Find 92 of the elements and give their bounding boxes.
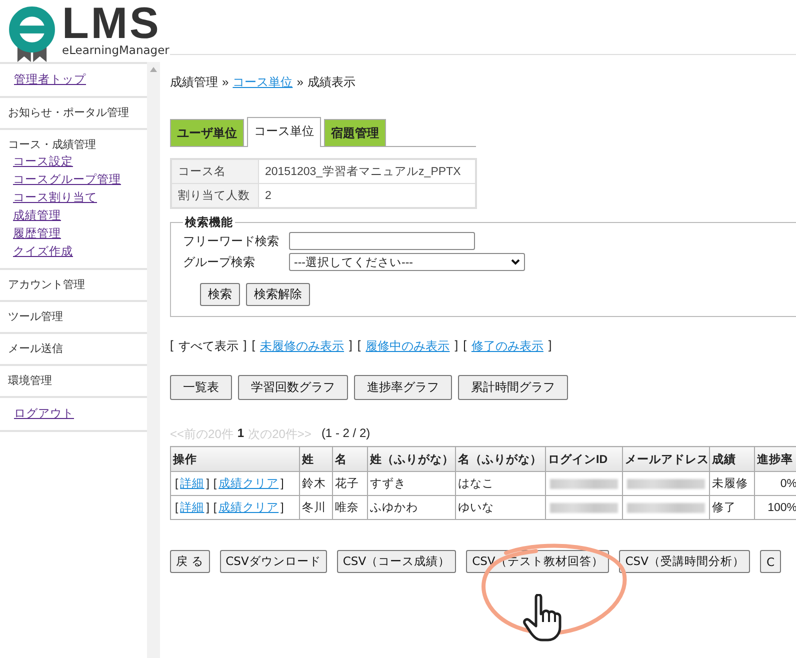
- bracket-text: [: [170, 338, 174, 354]
- table-cell: 修了: [710, 496, 754, 520]
- action-link[interactable]: 詳細: [180, 502, 204, 514]
- view-button[interactable]: 一覧表: [170, 375, 232, 400]
- filter-text: すべて表示: [178, 338, 238, 355]
- logo-title: LMS: [62, 4, 161, 44]
- column-header: 操作: [170, 446, 300, 472]
- action-link[interactable]: 成績クリア: [218, 478, 279, 490]
- bracket-text: ]: [206, 478, 210, 490]
- redacted-text: [550, 502, 618, 512]
- breadcrumb-text: 成績管理: [170, 74, 218, 90]
- redacted-text: [550, 478, 618, 488]
- bracket-text: [: [213, 502, 217, 514]
- table-cell: ふゆかわ: [368, 496, 456, 520]
- sidebar-link[interactable]: ログアウト: [14, 405, 74, 423]
- sidebar-heading: ツール管理: [8, 310, 63, 325]
- column-header: 姓（ふりがな）: [368, 446, 456, 472]
- bracket-text: [: [463, 338, 466, 354]
- panel-title: 検索機能: [184, 215, 234, 230]
- filter-link[interactable]: 修了のみ表示: [471, 338, 544, 355]
- table-cell: 鈴木: [300, 472, 332, 496]
- breadcrumb-text: 成績表示: [307, 74, 356, 90]
- sidebar-link[interactable]: 成績管理: [13, 207, 61, 225]
- action-button[interactable]: 戻 る: [170, 550, 210, 573]
- sidebar-heading: アカウント管理: [8, 278, 85, 293]
- field-label: フリーワード検索: [183, 232, 280, 250]
- tab[interactable]: コース単位: [247, 117, 321, 147]
- bracket-text: ]: [454, 338, 458, 354]
- hand-cursor-icon: [522, 594, 564, 642]
- breadcrumb-link[interactable]: コース単位: [232, 74, 293, 90]
- bracket-text: ]: [280, 502, 284, 514]
- column-header: 名（ふりがな）: [456, 446, 546, 472]
- group-dropdown[interactable]: ---選択してください---: [289, 253, 525, 271]
- scroll-up-icon[interactable]: [150, 67, 157, 72]
- sidebar-heading: 環境管理: [8, 374, 52, 389]
- breadcrumb-text: »: [222, 75, 229, 89]
- search-field[interactable]: [289, 232, 475, 250]
- table-cell: 唯奈: [332, 496, 368, 520]
- bracket-text: [: [357, 338, 361, 354]
- action-button[interactable]: C: [760, 550, 780, 573]
- column-header: 名: [332, 446, 368, 472]
- sidebar-heading: お知らせ・ポータル管理: [8, 106, 129, 121]
- sidebar-heading: メール送信: [8, 342, 63, 357]
- action-button[interactable]: CSV（コース成績）: [336, 550, 456, 573]
- table-cell: 冬川: [300, 496, 332, 520]
- view-button[interactable]: 累計時間グラフ: [458, 375, 568, 400]
- bracket-text: ]: [243, 338, 247, 354]
- sidebar-heading: コース・成績管理: [8, 138, 96, 153]
- field-label: 割り当て人数: [171, 184, 258, 208]
- table-cell: 花子: [332, 472, 368, 496]
- page-number: 1: [237, 426, 244, 442]
- filter-link[interactable]: 履修中のみ表示: [366, 338, 450, 355]
- table-cell: ゆいな: [456, 496, 546, 520]
- view-button[interactable]: 学習回数グラフ: [238, 375, 348, 400]
- sidebar-link[interactable]: コースグループ管理: [13, 171, 121, 189]
- action-link[interactable]: 成績クリア: [218, 502, 279, 514]
- sidebar-link[interactable]: コース設定: [13, 153, 73, 171]
- bracket-text: [: [175, 478, 178, 490]
- chevron-down-icon: [511, 259, 520, 265]
- search-button[interactable]: 検索: [200, 283, 240, 306]
- table-cell: はなこ: [456, 472, 546, 496]
- search-button[interactable]: 検索解除: [246, 283, 310, 306]
- sidebar-link[interactable]: コース割り当て: [13, 189, 97, 207]
- tab[interactable]: 宿題管理: [324, 119, 386, 146]
- page-range: (1 - 2 / 2): [321, 426, 370, 442]
- bracket-text: ]: [280, 478, 284, 490]
- sidebar-link[interactable]: クイズ作成: [13, 243, 73, 261]
- filter-link[interactable]: 未履修のみ表示: [260, 338, 344, 355]
- column-header: メールアドレス: [622, 446, 710, 472]
- logo-subtitle: eLearningManager: [62, 44, 170, 57]
- action-button[interactable]: CSVダウンロード: [220, 550, 327, 573]
- field-label: コース名: [171, 159, 258, 184]
- bracket-text: ]: [548, 338, 552, 354]
- table-cell: すずき: [368, 472, 456, 496]
- action-link[interactable]: 詳細: [180, 478, 204, 490]
- table-cell: 未履修: [710, 472, 754, 496]
- column-header: 成績: [710, 446, 754, 472]
- column-header: 進捗率: [754, 446, 796, 472]
- field-label: グループ検索: [183, 254, 256, 270]
- bracket-text: ]: [206, 502, 210, 514]
- bracket-text: ]: [349, 338, 352, 354]
- action-button[interactable]: CSV（受講時間分析）: [619, 550, 750, 573]
- sidebar-link[interactable]: 管理者トップ: [14, 71, 86, 89]
- bracket-text: [: [213, 478, 217, 490]
- column-header: 姓: [300, 446, 332, 472]
- view-button[interactable]: 進捗率グラフ: [354, 375, 452, 400]
- breadcrumb-text: »: [296, 75, 304, 89]
- sidebar-link[interactable]: 履歴管理: [13, 225, 61, 243]
- tab[interactable]: ユーザ単位: [170, 119, 244, 146]
- bracket-text: [: [252, 338, 256, 354]
- column-header: ログインID: [546, 446, 622, 472]
- bracket-text: [: [175, 502, 178, 514]
